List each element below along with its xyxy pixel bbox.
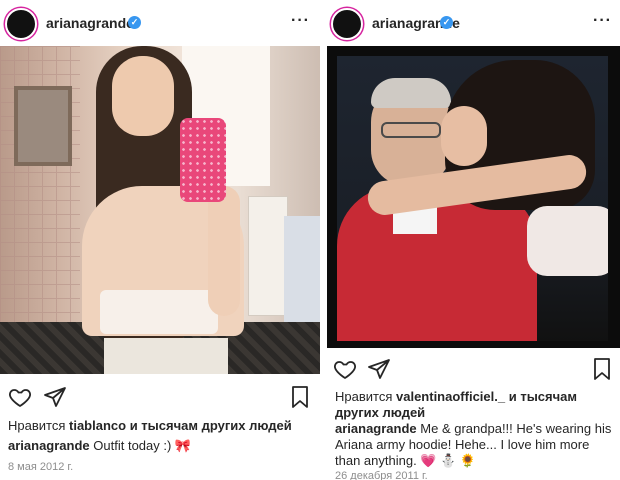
likes-line: Нравится tiablanco и тысячам других люде… <box>8 418 313 434</box>
more-options-icon[interactable]: ··· <box>291 12 310 30</box>
caption: arianagrande Outfit today :) 🎀 <box>8 438 313 454</box>
likes-line: Нравится valentinaofficiel._ и тысячам д… <box>335 389 615 421</box>
caption-username[interactable]: arianagrande <box>8 438 90 453</box>
avatar[interactable] <box>331 8 363 40</box>
arm <box>208 186 240 316</box>
caption-text: Outfit today :) 🎀 <box>93 438 192 453</box>
photo-inner <box>337 56 608 341</box>
girl-top <box>527 206 608 276</box>
glasses <box>381 122 441 138</box>
crop-top <box>100 290 218 334</box>
girl-face <box>441 106 487 166</box>
bookmark-icon[interactable] <box>590 357 614 381</box>
laundry-basket <box>284 216 320 326</box>
caption: arianagrande Me & grandpa!!! He's wearin… <box>335 421 615 469</box>
more-options-icon[interactable]: ··· <box>593 12 612 30</box>
paper-plane-icon[interactable] <box>43 385 67 409</box>
caption-username[interactable]: arianagrande <box>335 421 417 436</box>
username[interactable]: arianagrande <box>46 15 134 31</box>
pink-phone <box>180 118 226 202</box>
bookmark-icon[interactable] <box>288 385 312 409</box>
post-header: arianagrande ✓ ··· <box>327 0 620 46</box>
post-photo[interactable] <box>0 46 320 374</box>
post-header: arianagrande ✓ ··· <box>0 0 320 46</box>
likes-others[interactable]: и тысячам других людей <box>130 418 292 433</box>
verified-badge-icon: ✓ <box>440 16 453 29</box>
post-left: arianagrande ✓ ··· Нравится tiablanco и … <box>0 0 320 480</box>
shorts <box>104 338 228 374</box>
avatar[interactable] <box>5 8 37 40</box>
likes-prefix: Нравится <box>8 418 66 433</box>
post-photo[interactable] <box>327 46 620 348</box>
verified-badge-icon: ✓ <box>128 16 141 29</box>
liker-username[interactable]: tiablanco <box>69 418 126 433</box>
paper-plane-icon[interactable] <box>367 357 391 381</box>
bathroom-shelf <box>248 196 288 316</box>
post-date: 26 декабря 2011 г. <box>335 470 428 480</box>
likes-prefix: Нравится <box>335 389 393 404</box>
grandpa-hair <box>371 78 451 108</box>
heart-icon[interactable] <box>333 357 357 381</box>
post-date: 8 мая 2012 г. <box>8 461 74 473</box>
liker-username[interactable]: valentinaofficiel._ <box>396 389 505 404</box>
heart-icon[interactable] <box>8 385 32 409</box>
post-right: arianagrande ✓ ··· Нравится valentinaoff… <box>327 0 620 480</box>
wall-frame <box>14 86 72 166</box>
face <box>112 56 174 136</box>
